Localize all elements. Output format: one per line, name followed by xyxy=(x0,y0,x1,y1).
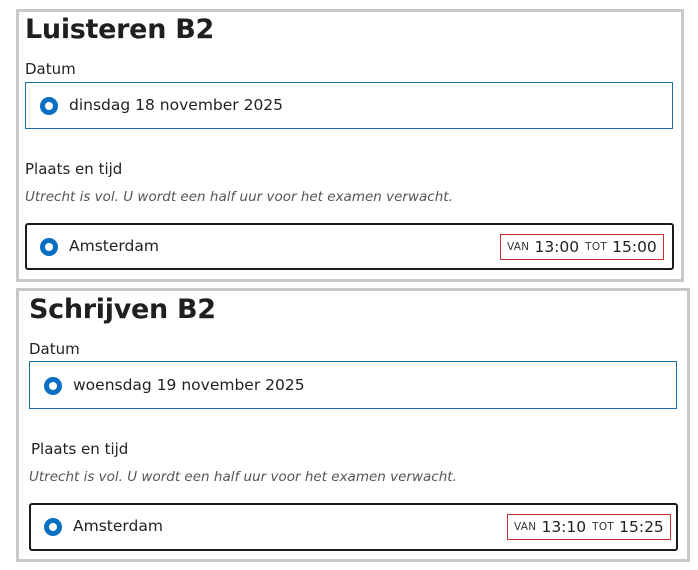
from-time: 13:00 xyxy=(534,238,580,256)
place-option-label: Amsterdam xyxy=(73,517,163,535)
to-time: 15:25 xyxy=(619,518,664,536)
availability-note: Utrecht is vol. U wordt een half uur voo… xyxy=(25,189,453,205)
radio-selected-icon xyxy=(40,238,58,256)
date-label: Datum xyxy=(25,60,76,78)
exam-title: Schrijven B2 xyxy=(29,294,216,325)
place-time-label: Plaats en tijd xyxy=(25,160,123,178)
place-option-label: Amsterdam xyxy=(69,237,159,255)
place-time-label: Plaats en tijd xyxy=(31,440,129,458)
from-label: VAN xyxy=(514,521,537,533)
availability-note: Utrecht is vol. U wordt een half uur voo… xyxy=(29,469,457,485)
date-option-radio[interactable]: woensdag 19 november 2025 xyxy=(29,361,677,409)
time-range: VAN 13:10 TOT 15:25 xyxy=(507,514,671,540)
exam-title: Luisteren B2 xyxy=(25,14,214,45)
radio-selected-icon xyxy=(44,518,62,536)
to-label: TOT xyxy=(592,521,615,533)
date-label: Datum xyxy=(29,340,80,358)
from-time: 13:10 xyxy=(541,518,587,536)
radio-selected-icon xyxy=(40,97,58,115)
date-option-label: woensdag 19 november 2025 xyxy=(73,376,305,394)
exam-panel-luisteren: Luisteren B2 Datum dinsdag 18 november 2… xyxy=(16,9,684,282)
place-option-radio[interactable]: Amsterdam VAN 13:10 TOT 15:25 xyxy=(29,503,678,551)
exam-panel-schrijven: Schrijven B2 Datum woensdag 19 november … xyxy=(16,288,690,562)
date-option-label: dinsdag 18 november 2025 xyxy=(69,96,284,114)
to-label: TOT xyxy=(585,241,608,253)
from-label: VAN xyxy=(507,241,530,253)
date-option-radio[interactable]: dinsdag 18 november 2025 xyxy=(25,82,673,129)
radio-selected-icon xyxy=(44,377,62,395)
to-time: 15:00 xyxy=(612,238,657,256)
time-range: VAN 13:00 TOT 15:00 xyxy=(500,234,664,260)
place-option-radio[interactable]: Amsterdam VAN 13:00 TOT 15:00 xyxy=(25,223,674,270)
